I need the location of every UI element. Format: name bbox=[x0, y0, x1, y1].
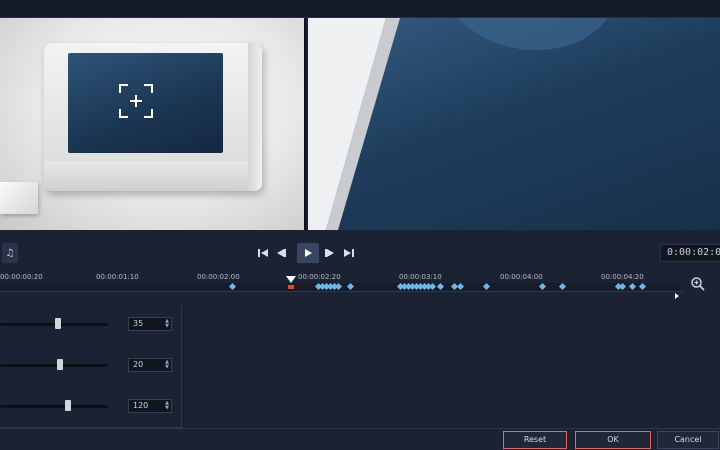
slider-thumb[interactable] bbox=[65, 400, 71, 411]
stepper-arrows-icon[interactable]: ▲ ▼ bbox=[164, 360, 170, 370]
play-button[interactable] bbox=[297, 243, 319, 263]
transport-bar: ♫ 0:00:02:019 bbox=[0, 238, 720, 268]
skip-end-icon bbox=[344, 249, 354, 257]
playhead[interactable] bbox=[286, 276, 296, 283]
go-to-end-button[interactable] bbox=[342, 243, 356, 263]
setting-row-3: 120 ▲ ▼ bbox=[0, 396, 182, 416]
go-to-start-button[interactable] bbox=[256, 243, 270, 263]
stepper-arrows-icon[interactable]: ▲ ▼ bbox=[164, 401, 170, 411]
tick-label: 00:00:02:00 bbox=[197, 273, 240, 281]
tick-label: 00:00:02:20 bbox=[298, 273, 341, 281]
cube-object bbox=[0, 182, 38, 214]
setting-row-1: 35 ▲ ▼ bbox=[0, 314, 182, 334]
stepper-value: 120 bbox=[133, 401, 149, 410]
timecode-display[interactable]: 0:00:02:019 bbox=[660, 244, 720, 262]
dialog-top-strip bbox=[0, 0, 720, 18]
result-preview-pane bbox=[308, 18, 720, 230]
effect-settings-panel: 35 ▲ ▼ 20 ▲ ▼ 120 ▲ ▼ bbox=[0, 305, 182, 428]
tick-label: 00:00:00:20 bbox=[0, 273, 43, 281]
play-icon bbox=[305, 249, 312, 257]
skip-start-icon bbox=[258, 249, 268, 257]
value-stepper[interactable]: 35 ▲ ▼ bbox=[128, 317, 172, 331]
step-back-icon bbox=[277, 249, 286, 257]
tick-label: 00:00:04:20 bbox=[601, 273, 644, 281]
step-forward-icon bbox=[325, 249, 334, 257]
audio-mix-icon[interactable]: ♫ bbox=[2, 243, 18, 263]
stepper-value: 35 bbox=[133, 319, 144, 328]
slider-thumb[interactable] bbox=[55, 318, 61, 329]
slider-thumb[interactable] bbox=[57, 359, 63, 370]
ok-button[interactable]: OK bbox=[575, 431, 651, 449]
slider-track[interactable] bbox=[0, 364, 108, 367]
setting-row-2: 20 ▲ ▼ bbox=[0, 355, 182, 375]
reset-button[interactable]: Reset bbox=[503, 431, 567, 449]
zoomed-bezel bbox=[308, 18, 608, 230]
track-end-marker bbox=[675, 293, 679, 299]
value-stepper[interactable]: 120 ▲ ▼ bbox=[128, 399, 172, 413]
slider-track[interactable] bbox=[0, 405, 108, 408]
video-effect-dialog: ♫ 0:00:02:019 00:00:00:20 00:00:01:10 00… bbox=[0, 0, 720, 450]
zoom-in-icon[interactable] bbox=[690, 276, 706, 292]
tick-label: 00:00:01:10 bbox=[96, 273, 139, 281]
current-keyframe-marker[interactable] bbox=[288, 285, 294, 289]
monitor-side bbox=[248, 43, 262, 191]
focus-crosshair-icon[interactable] bbox=[118, 83, 154, 119]
tick-label: 00:00:04:00 bbox=[500, 273, 543, 281]
slider-track[interactable] bbox=[0, 323, 108, 326]
stepper-arrows-icon[interactable]: ▲ ▼ bbox=[164, 319, 170, 329]
monitor-base bbox=[44, 161, 262, 191]
cancel-button[interactable]: Cancel bbox=[657, 431, 719, 449]
original-preview-pane[interactable] bbox=[0, 18, 306, 230]
next-frame-button[interactable] bbox=[323, 243, 337, 263]
dialog-button-bar: Reset OK Cancel bbox=[0, 428, 720, 450]
stepper-value: 20 bbox=[133, 360, 144, 369]
previous-frame-button[interactable] bbox=[274, 243, 288, 263]
value-stepper[interactable]: 20 ▲ ▼ bbox=[128, 358, 172, 372]
tick-label: 00:00:03:10 bbox=[399, 273, 442, 281]
